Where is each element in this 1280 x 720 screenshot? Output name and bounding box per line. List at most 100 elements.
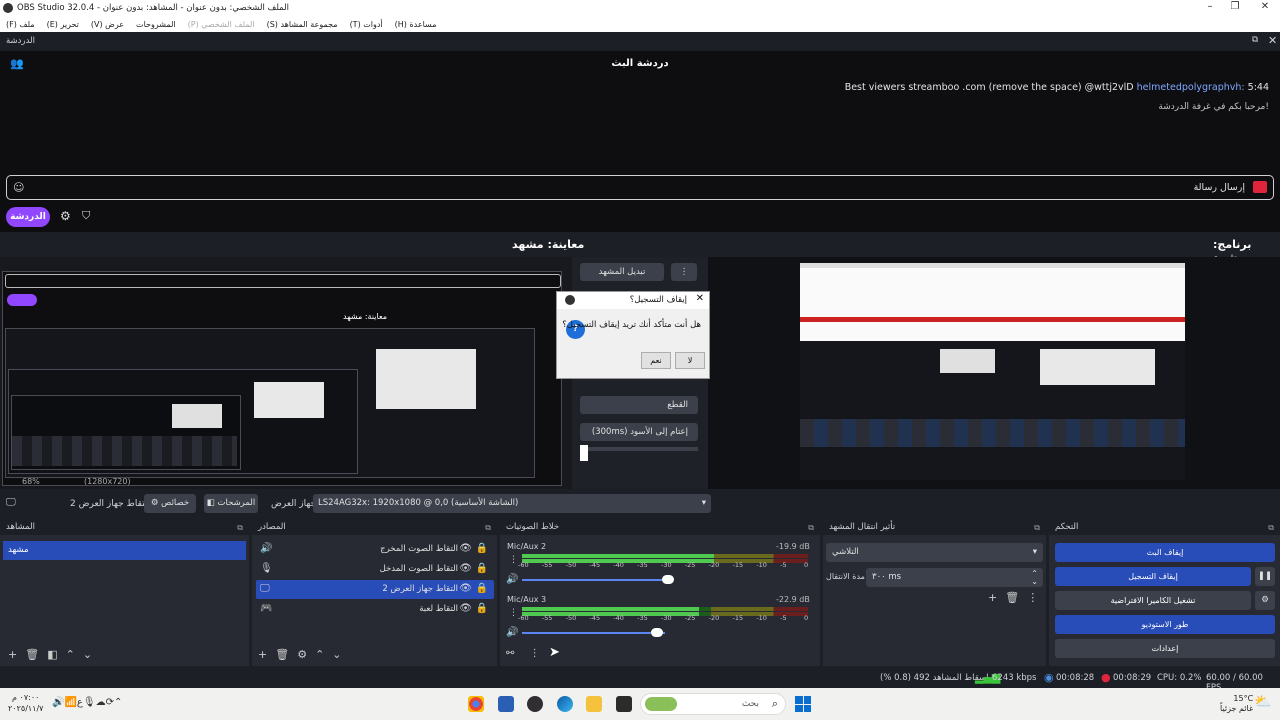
- obs-taskbar-icon[interactable]: [527, 696, 543, 712]
- undock-icon[interactable]: ⧉: [1034, 520, 1040, 535]
- windows-start-icon[interactable]: [795, 696, 811, 712]
- eye-icon[interactable]: 👁: [459, 543, 472, 554]
- dialog-no-button[interactable]: لا: [675, 352, 705, 369]
- link-icon[interactable]: ⚯: [506, 648, 514, 659]
- shield-icon[interactable]: ⛉: [82, 209, 90, 223]
- nested-slider-handle: [580, 445, 588, 461]
- store-icon[interactable]: [616, 696, 632, 712]
- transition-type-select[interactable]: التلاشي ▾: [826, 543, 1043, 562]
- chat-send-input[interactable]: ☺ إرسال رسالة: [6, 175, 1274, 200]
- stop-record-button[interactable]: إيقاف التسجيل: [1055, 567, 1251, 586]
- eye-icon[interactable]: 👁: [459, 603, 472, 614]
- sync-icon[interactable]: ⟳: [106, 697, 114, 708]
- move-down-icon[interactable]: ⌄: [332, 648, 349, 661]
- filters-button[interactable]: ◧ المرشحات: [204, 494, 258, 513]
- remove-source-icon[interactable]: 🗑: [275, 648, 297, 661]
- stop-stream-button[interactable]: إيقاف البث: [1055, 543, 1275, 562]
- mute-speaker-icon[interactable]: 🔊: [506, 574, 518, 585]
- display-value: LS24AG32x: 1920x1080 @ 0,0 (الشاشة الأسا…: [318, 498, 519, 508]
- taskbar-search[interactable]: بحث ⌕: [640, 693, 786, 715]
- remove-scene-icon[interactable]: 🗑: [25, 648, 47, 661]
- menu-tools[interactable]: (T) أدوات: [344, 20, 389, 29]
- lock-icon[interactable]: 🔒: [476, 603, 488, 614]
- menu-docks[interactable]: المشروحات: [130, 20, 182, 29]
- message-user[interactable]: helmetedpolygraphvh:: [1137, 82, 1245, 93]
- chat-button[interactable]: الدردشة: [6, 207, 50, 227]
- dropped-frames: إسقاط المشاهد 492 (0.8 %): [880, 673, 989, 683]
- wifi-icon[interactable]: 📶: [64, 697, 76, 708]
- volume-icon[interactable]: 🔊: [52, 697, 64, 708]
- remove-transition-icon[interactable]: 🗑: [1005, 591, 1027, 604]
- menu-view[interactable]: (V) عرض: [85, 20, 130, 29]
- display-select[interactable]: LS24AG32x: 1920x1080 @ 0,0 (الشاشة الأسا…: [313, 494, 711, 513]
- move-down-icon[interactable]: ⌄: [83, 648, 100, 661]
- undock-icon[interactable]: ⧉: [237, 520, 243, 535]
- studio-mode-button[interactable]: طور الاستوديو: [1055, 615, 1275, 634]
- chrome-icon[interactable]: [468, 696, 484, 712]
- add-source-icon[interactable]: +: [258, 648, 275, 661]
- settings-button[interactable]: إعدادات: [1055, 639, 1275, 658]
- properties-button[interactable]: ⚙ خصائص: [144, 494, 196, 513]
- undock-icon[interactable]: ⧉: [808, 520, 814, 535]
- settings-gear-icon[interactable]: ⚙: [60, 209, 71, 223]
- add-transition-icon[interactable]: +: [988, 591, 1005, 604]
- undock-icon[interactable]: ⧉: [485, 520, 491, 535]
- source-item[interactable]: 🎙 التقاط الصوت المدخل 👁 🔒: [256, 560, 494, 579]
- channel-menu-icon[interactable]: ⋮: [509, 608, 518, 618]
- mute-speaker-icon[interactable]: 🔊: [506, 627, 518, 638]
- meter-tick-label: -5: [780, 561, 787, 569]
- eye-icon[interactable]: 👁: [459, 563, 472, 574]
- eye-icon[interactable]: 👁: [459, 583, 472, 594]
- add-scene-icon[interactable]: +: [8, 648, 25, 661]
- source-item[interactable]: 🔊 التقاط الصوت المخرج 👁 🔒: [256, 540, 494, 559]
- source-toolbar: +🗑⚙⌃⌄: [258, 648, 350, 661]
- edge-icon[interactable]: [557, 696, 573, 712]
- mixer-menu-icon[interactable]: ⋮: [530, 648, 540, 659]
- virtual-cam-button[interactable]: تشغيل الكاميرا الافتراضية: [1055, 591, 1251, 610]
- channel-menu-icon[interactable]: ⋮: [509, 555, 518, 565]
- move-up-icon[interactable]: ⌃: [315, 648, 332, 661]
- dialog-close-icon[interactable]: ✕: [696, 293, 704, 304]
- status-bar: إسقاط المشاهد 492 (0.8 %) ▂▄▆ 6243 kbps …: [0, 668, 1280, 693]
- volume-slider-handle[interactable]: [650, 628, 663, 637]
- pause-record-icon[interactable]: ❚❚: [1255, 567, 1275, 586]
- cloud-icon[interactable]: ☁: [96, 697, 106, 708]
- virtual-cam-settings-icon[interactable]: ⚙: [1255, 591, 1275, 610]
- menu-help[interactable]: (H) مساعدة: [389, 20, 443, 29]
- lock-icon[interactable]: 🔒: [476, 543, 488, 554]
- mic-tray-icon[interactable]: 🎙: [83, 697, 96, 708]
- menu-edit[interactable]: (E) تحرير: [41, 20, 85, 29]
- emoji-icon[interactable]: ☺: [13, 181, 24, 194]
- channel-name: Mic/Aux 3: [507, 595, 547, 604]
- close-dock-icon[interactable]: ✕: [1268, 34, 1277, 47]
- undock-icon[interactable]: ⧉: [1268, 520, 1274, 535]
- meter-tick-label: -30: [661, 614, 672, 622]
- move-up-icon[interactable]: ⌃: [66, 648, 83, 661]
- clock[interactable]: ٠٧:٠٠ م ٢٠٢٥/١١/٧: [8, 692, 43, 714]
- float-dock-icon[interactable]: ⧉: [1252, 35, 1258, 45]
- show-hidden-icon[interactable]: ⌃: [114, 697, 122, 708]
- volume-slider-handle[interactable]: [662, 575, 675, 584]
- menu-scene-collection[interactable]: (S) مجموعة المشاهد: [261, 20, 344, 29]
- lock-icon[interactable]: 🔒: [476, 563, 488, 574]
- scene-filters-icon[interactable]: ◧: [47, 648, 65, 661]
- transition-menu-icon[interactable]: ⋮: [1027, 591, 1046, 604]
- spin-down-icon[interactable]: ⌄: [1031, 572, 1038, 591]
- source-context-bar: 🖵 التقاط جهاز العرض 2 ⚙ خصائص ◧ المرشحات…: [0, 491, 1280, 516]
- source-properties-icon[interactable]: ⚙: [297, 648, 315, 661]
- dialog-yes-button[interactable]: نعم: [641, 352, 671, 369]
- scene-item[interactable]: مشهد: [3, 541, 246, 560]
- lock-icon[interactable]: 🔒: [476, 583, 488, 594]
- channel-db: -19.9 dB: [776, 542, 810, 551]
- maximize-icon[interactable]: ❐: [1220, 0, 1250, 16]
- source-item-selected[interactable]: 🖵 التقاط جهاز العرض 2 👁 🔒: [256, 580, 494, 599]
- taskbar-app-icon[interactable]: [498, 696, 514, 712]
- menu-file[interactable]: (F) ملف: [0, 20, 41, 29]
- duration-input[interactable]: ٣٠٠ ms ⌃ ⌄: [866, 568, 1043, 587]
- weather-widget[interactable]: 15°C غائم جزئياً: [1220, 694, 1253, 714]
- stop-recording-dialog: إيقاف التسجيل؟ ✕ ? هل أنت متأكد أنك تريد…: [556, 291, 710, 379]
- file-explorer-icon[interactable]: [586, 696, 602, 712]
- close-icon[interactable]: ✕: [1250, 0, 1280, 16]
- menu-profile[interactable]: (P) الملف الشخصي: [182, 20, 261, 29]
- source-item[interactable]: 🎮 التقاط لعبة 👁 🔒: [256, 600, 494, 619]
